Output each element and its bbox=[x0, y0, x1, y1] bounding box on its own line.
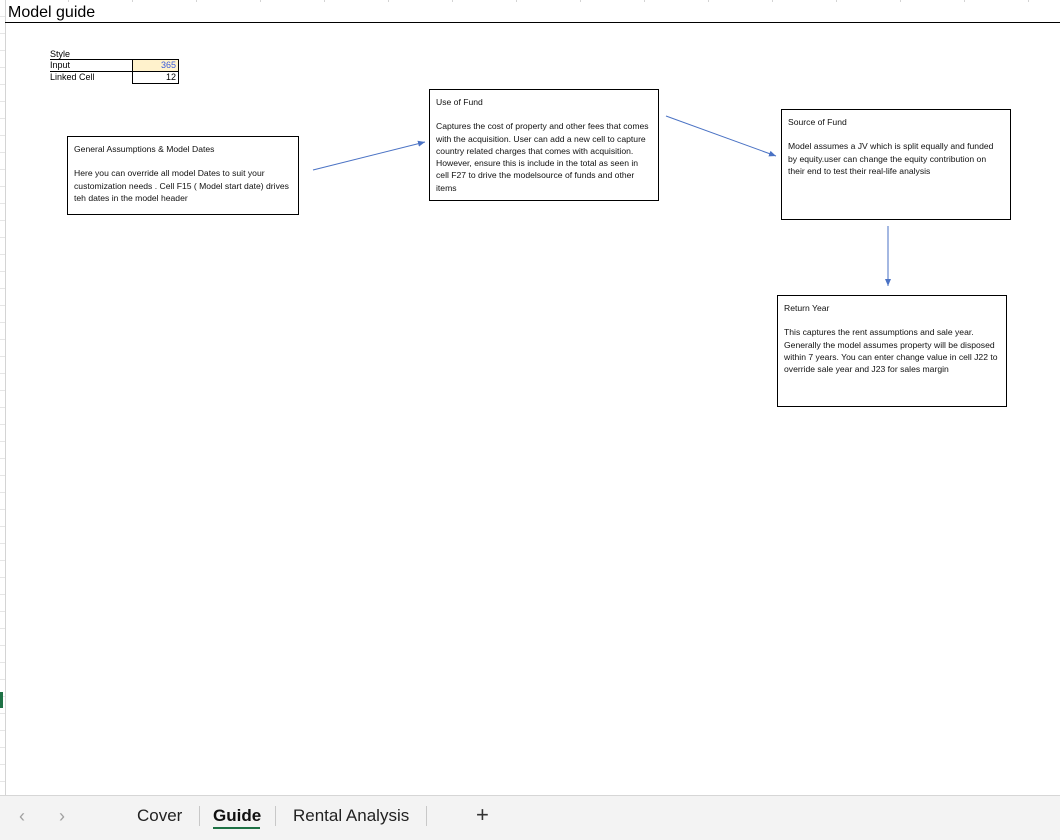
tab-separator bbox=[199, 806, 200, 826]
tab-separator bbox=[275, 806, 276, 826]
arrow-use-to-source[interactable] bbox=[665, 115, 777, 157]
tab-separator bbox=[426, 806, 427, 826]
chevron-right-icon[interactable]: › bbox=[52, 806, 72, 826]
tab-cover[interactable]: Cover bbox=[137, 804, 182, 828]
chevron-left-icon[interactable]: ‹ bbox=[12, 806, 32, 826]
tab-guide[interactable]: Guide bbox=[213, 804, 261, 828]
add-sheet-button[interactable]: + bbox=[476, 802, 489, 828]
flow-arrows bbox=[312, 115, 891, 286]
sheet-tab-bar: ‹ › Cover Guide Rental Analysis + bbox=[0, 795, 1060, 840]
worksheet-grid[interactable]: Model guide Style Input 365 Linked Cell … bbox=[0, 0, 1060, 795]
active-tab-indicator bbox=[213, 827, 260, 829]
tab-rental-analysis[interactable]: Rental Analysis bbox=[293, 804, 409, 828]
arrow-general-to-use[interactable] bbox=[312, 140, 426, 171]
